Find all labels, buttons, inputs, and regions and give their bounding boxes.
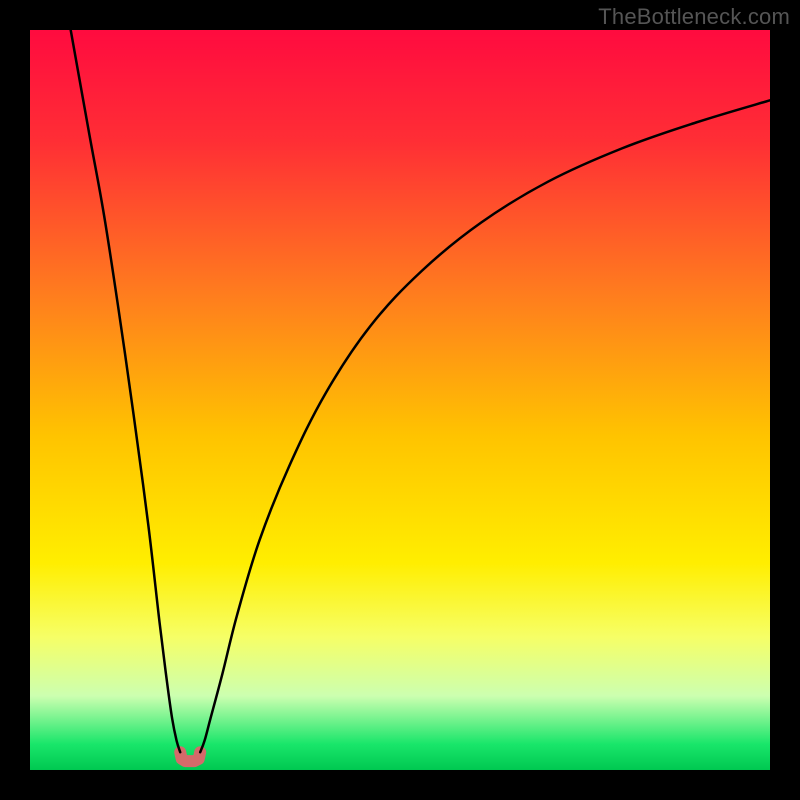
watermark-label: TheBottleneck.com	[598, 4, 790, 30]
gradient-background	[30, 30, 770, 770]
chart-frame: TheBottleneck.com	[0, 0, 800, 800]
chart-svg	[30, 30, 770, 770]
chart-plot-area	[30, 30, 770, 770]
